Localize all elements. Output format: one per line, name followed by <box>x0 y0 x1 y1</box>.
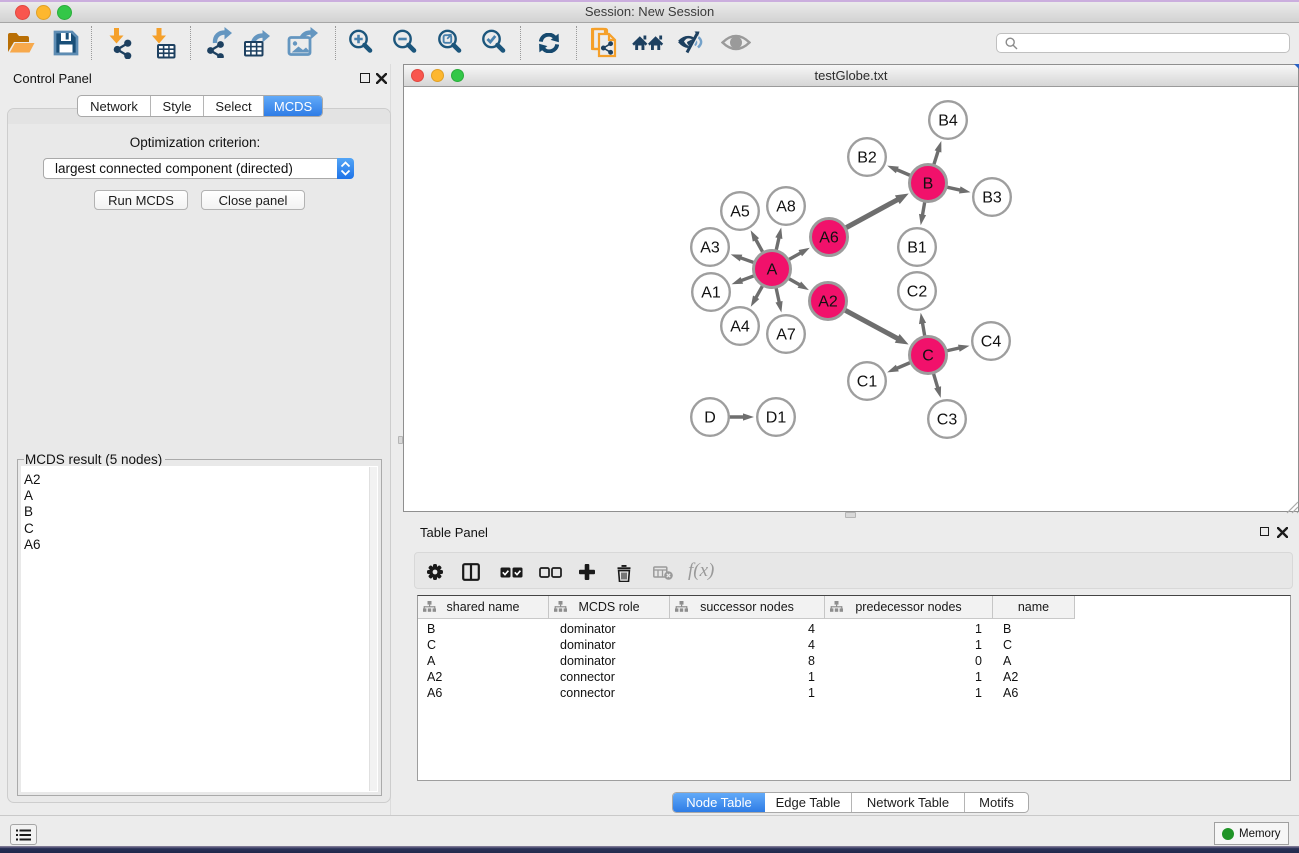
svg-text:C2: C2 <box>907 284 928 301</box>
svg-text:A1: A1 <box>701 285 721 302</box>
svg-text:A7: A7 <box>776 327 796 344</box>
svg-text:A5: A5 <box>730 204 750 221</box>
svg-text:B2: B2 <box>857 150 877 167</box>
svg-text:A2: A2 <box>818 294 838 311</box>
svg-text:A3: A3 <box>700 240 720 257</box>
svg-text:A8: A8 <box>776 199 796 216</box>
svg-text:B3: B3 <box>982 190 1002 207</box>
svg-text:A6: A6 <box>819 230 839 247</box>
svg-text:D1: D1 <box>766 410 787 427</box>
svg-text:A: A <box>767 262 778 279</box>
svg-text:C: C <box>922 348 934 365</box>
svg-text:C1: C1 <box>857 374 878 391</box>
svg-text:A4: A4 <box>730 319 750 336</box>
svg-text:B1: B1 <box>907 240 927 257</box>
svg-text:B: B <box>923 176 934 193</box>
svg-text:D: D <box>704 410 716 427</box>
svg-text:B4: B4 <box>938 113 958 130</box>
svg-text:C3: C3 <box>937 412 958 429</box>
svg-text:C4: C4 <box>981 334 1002 351</box>
